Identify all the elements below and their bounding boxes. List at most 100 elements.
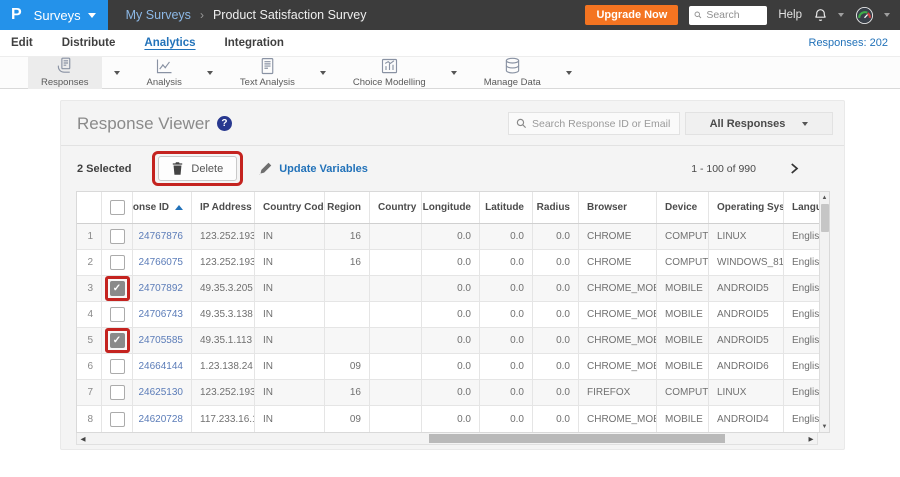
nav-item-edit[interactable]: Edit bbox=[11, 37, 33, 49]
cell-checkbox bbox=[102, 224, 133, 249]
sort-ascending-icon bbox=[175, 205, 183, 210]
cell-ip: 123.252.193.148 bbox=[192, 250, 255, 275]
help-icon[interactable]: ? bbox=[216, 116, 232, 131]
global-search-box[interactable] bbox=[689, 5, 768, 25]
row-checkbox[interactable] bbox=[109, 255, 125, 270]
row-checkbox[interactable] bbox=[109, 385, 125, 400]
response-filter-dropdown[interactable]: All Responses bbox=[685, 112, 833, 135]
column-header-label: Country Code bbox=[263, 202, 325, 213]
cell-longitude: 0.0 bbox=[422, 380, 480, 405]
toolbar-tab-caret[interactable] bbox=[450, 70, 457, 75]
response-id-link[interactable]: 24664144 bbox=[139, 361, 184, 372]
response-id-link[interactable]: 24707892 bbox=[139, 283, 184, 294]
column-header-label: Response ID bbox=[133, 202, 169, 213]
nav-item-analytics[interactable]: Analytics bbox=[144, 37, 195, 49]
response-id-link[interactable]: 24706743 bbox=[139, 309, 184, 320]
cell-checkbox: ✓ bbox=[102, 276, 133, 301]
surveys-menu[interactable]: Surveys bbox=[34, 8, 96, 23]
toolbar-tab-choice-modelling[interactable]: Choice Modelling bbox=[340, 57, 439, 89]
top-bar: P Surveys My Surveys › Product Satisfact… bbox=[0, 0, 900, 30]
cell-country bbox=[370, 302, 422, 327]
help-link[interactable]: Help bbox=[778, 9, 802, 21]
scroll-down-arrow[interactable]: ▼ bbox=[822, 421, 828, 432]
column-header-language[interactable]: Language bbox=[784, 192, 819, 223]
response-id-link[interactable]: 24767876 bbox=[139, 231, 184, 242]
toolbar-tab-responses[interactable]: Responses bbox=[28, 56, 102, 89]
cell-os: LINUX bbox=[709, 224, 784, 249]
row-checkbox[interactable] bbox=[109, 229, 125, 244]
chevron-down-icon bbox=[884, 13, 890, 17]
response-id-link[interactable]: 24705585 bbox=[139, 335, 184, 346]
chevron-down-icon bbox=[87, 12, 96, 18]
vertical-scroll-thumb[interactable] bbox=[820, 204, 829, 232]
table-row: 3 ✓ 24707892 49.35.3.205 IN 0.0 0.0 0.0 CHROME_M… bbox=[77, 276, 819, 302]
cell-ip: 117.233.16.177 bbox=[192, 406, 255, 432]
row-checkbox[interactable] bbox=[109, 307, 125, 322]
column-header-country-code[interactable]: Country Code bbox=[255, 192, 325, 223]
column-header-longitude[interactable]: Longitude bbox=[422, 192, 480, 223]
cell-os: ANDROID6 bbox=[709, 354, 784, 379]
toolbar-tab-text-analysis[interactable]: Text Analysis bbox=[227, 57, 308, 89]
cell-os: ANDROID4 bbox=[709, 406, 784, 432]
cell-response-id: 24705585 bbox=[133, 328, 192, 353]
vertical-scrollbar[interactable]: ▲ ▼ bbox=[819, 192, 829, 432]
page-title: Product Satisfaction Survey bbox=[212, 8, 367, 22]
column-header-ip-address[interactable]: IP Address bbox=[192, 192, 255, 223]
row-checkbox[interactable]: ✓ bbox=[109, 333, 125, 348]
nav-item-integration[interactable]: Integration bbox=[225, 37, 284, 49]
column-header-country[interactable]: Country bbox=[370, 192, 422, 223]
response-id-link[interactable]: 24766075 bbox=[139, 257, 184, 268]
cell-latitude: 0.0 bbox=[480, 328, 533, 353]
nav-item-distribute[interactable]: Distribute bbox=[62, 37, 116, 49]
toolbar-tab-manage-data[interactable]: Manage Data bbox=[471, 57, 554, 89]
toolbar-tab-caret[interactable] bbox=[206, 70, 213, 75]
column-header-browser[interactable]: Browser bbox=[579, 192, 657, 223]
toolbar-tab-analysis[interactable]: Analysis bbox=[134, 57, 195, 89]
column-header-operating-system[interactable]: Operating System bbox=[709, 192, 784, 223]
column-header-device[interactable]: Device bbox=[657, 192, 709, 223]
scroll-up-arrow[interactable]: ▲ bbox=[822, 192, 828, 203]
survey-nav: Edit Distribute Analytics Integration Respo… bbox=[0, 30, 900, 57]
upgrade-now-button[interactable]: Upgrade Now bbox=[585, 5, 679, 25]
cell-region: 16 bbox=[325, 250, 370, 275]
manage-data-icon bbox=[502, 56, 523, 77]
cell-response-id: 24664144 bbox=[133, 354, 192, 379]
select-all-checkbox[interactable] bbox=[109, 200, 125, 215]
cell-device: MOBILE bbox=[657, 328, 709, 353]
cell-radius: 0.0 bbox=[533, 354, 579, 379]
global-search-input[interactable] bbox=[706, 9, 763, 21]
column-header-response-id[interactable]: Response ID bbox=[133, 192, 192, 223]
row-checkbox[interactable] bbox=[109, 411, 125, 427]
brand-logo: P bbox=[11, 6, 22, 23]
account-menu[interactable] bbox=[855, 6, 890, 25]
cell-longitude: 0.0 bbox=[422, 224, 480, 249]
panel-title: Response Viewer bbox=[77, 113, 210, 133]
next-page-button[interactable] bbox=[788, 162, 800, 175]
cell-longitude: 0.0 bbox=[422, 328, 480, 353]
app-logo-block[interactable]: P Surveys bbox=[0, 0, 108, 30]
notifications-menu[interactable] bbox=[813, 7, 844, 23]
scroll-left-arrow[interactable]: ◀ bbox=[77, 435, 89, 443]
update-variables-button[interactable]: Update Variables bbox=[259, 162, 368, 175]
cell-language: English bbox=[792, 387, 819, 398]
cell-region: 09 bbox=[325, 354, 370, 379]
response-search-input[interactable] bbox=[532, 117, 672, 130]
response-id-link[interactable]: 24620728 bbox=[139, 414, 184, 425]
column-header-radius[interactable]: Radius bbox=[533, 192, 579, 223]
horizontal-scroll-thumb[interactable] bbox=[429, 434, 725, 443]
toolbar-tab-caret[interactable] bbox=[113, 70, 120, 75]
breadcrumb-my-surveys[interactable]: My Surveys bbox=[126, 8, 191, 22]
scroll-right-arrow[interactable]: ▶ bbox=[805, 435, 817, 443]
horizontal-scrollbar[interactable]: ◀ ▶ bbox=[76, 433, 818, 445]
toolbar-tab-caret[interactable] bbox=[319, 70, 326, 75]
row-checkbox[interactable] bbox=[109, 359, 125, 374]
cell-os: LINUX bbox=[709, 380, 784, 405]
column-header-latitude[interactable]: Latitude bbox=[480, 192, 533, 223]
column-header-region[interactable]: Region bbox=[325, 192, 370, 223]
row-checkbox[interactable]: ✓ bbox=[109, 281, 125, 296]
delete-button[interactable]: Delete bbox=[158, 156, 238, 181]
cell-response-id: 24707892 bbox=[133, 276, 192, 301]
response-search-box[interactable] bbox=[508, 112, 680, 135]
toolbar-tab-caret[interactable] bbox=[565, 70, 572, 75]
response-id-link[interactable]: 24625130 bbox=[139, 387, 184, 398]
